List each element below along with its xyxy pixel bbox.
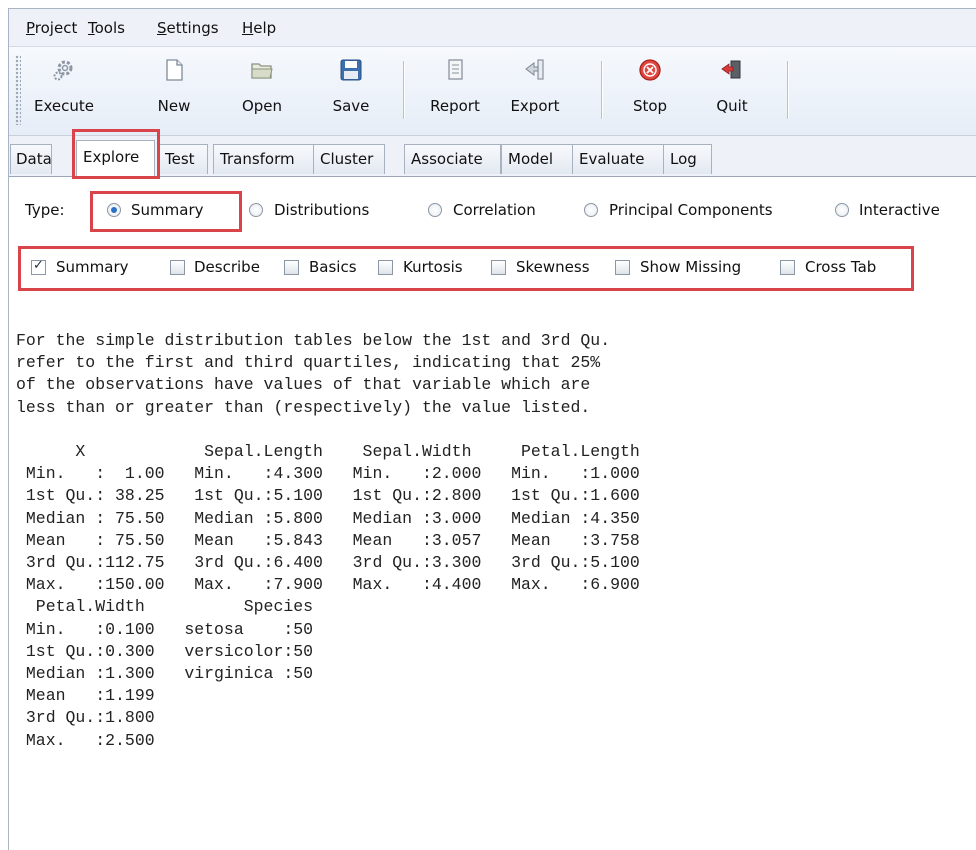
stop-icon xyxy=(639,59,661,81)
quit-door-icon xyxy=(721,60,741,79)
checkbox-basics[interactable] xyxy=(284,260,299,275)
checkbox-show-missing-label[interactable]: Show Missing xyxy=(640,258,741,276)
radio-principal-components-label[interactable]: Principal Components xyxy=(609,201,773,219)
menu-project-rest: roject xyxy=(34,19,78,37)
menu-project[interactable]: Project xyxy=(26,19,77,37)
toolbar-separator xyxy=(787,61,789,119)
stop-label: Stop xyxy=(632,97,668,115)
checkbox-summary-label[interactable]: Summary xyxy=(56,258,129,276)
stop-button[interactable]: Stop xyxy=(623,53,677,129)
checkbox-cross-tab-label[interactable]: Cross Tab xyxy=(805,258,876,276)
menu-settings[interactable]: Settings xyxy=(157,19,219,37)
checkbox-kurtosis-label[interactable]: Kurtosis xyxy=(403,258,463,276)
report-button[interactable]: Report xyxy=(421,53,489,129)
tab-model[interactable]: Model xyxy=(501,144,573,174)
checkbox-kurtosis[interactable] xyxy=(378,260,393,275)
summary-output-text: For the simple distribution tables below… xyxy=(16,331,640,750)
type-row: Type: Summary Distributions Correlation … xyxy=(9,185,976,239)
menu-bar: Project Tools Settings Help xyxy=(9,9,976,47)
radio-interactive-label[interactable]: Interactive xyxy=(859,201,940,219)
new-document-icon xyxy=(166,59,183,81)
menu-tools[interactable]: Tools xyxy=(88,19,125,37)
new-label: New xyxy=(157,97,191,115)
folder-open-icon xyxy=(251,63,273,79)
toolbar-separator xyxy=(403,61,405,119)
gear-icon xyxy=(53,60,73,81)
quit-label: Quit xyxy=(716,97,748,115)
checkbox-skewness-label[interactable]: Skewness xyxy=(516,258,590,276)
checkbox-skewness[interactable] xyxy=(491,260,506,275)
execute-label: Execute xyxy=(34,97,94,115)
tab-log[interactable]: Log xyxy=(663,144,712,174)
menu-help-rest: elp xyxy=(253,19,277,37)
toolbar: Execute New Open Save Report Export Stop… xyxy=(9,47,976,136)
floppy-disk-icon xyxy=(340,59,362,81)
menu-help[interactable]: Help xyxy=(242,19,276,37)
checkbox-describe-label[interactable]: Describe xyxy=(194,258,260,276)
export-button[interactable]: Export xyxy=(499,53,571,129)
tab-strip: Data Explore Test Transform Cluster Asso… xyxy=(9,136,976,177)
toolbar-separator xyxy=(601,61,603,119)
tab-transform[interactable]: Transform xyxy=(213,144,314,174)
toolbar-grip[interactable] xyxy=(15,55,21,125)
tab-evaluate[interactable]: Evaluate xyxy=(572,144,664,174)
save-label: Save xyxy=(332,97,370,115)
checkbox-describe[interactable] xyxy=(170,260,185,275)
type-label: Type: xyxy=(25,201,65,219)
radio-correlation-label[interactable]: Correlation xyxy=(453,201,536,219)
radio-distributions[interactable] xyxy=(249,203,263,217)
export-label: Export xyxy=(510,97,560,115)
report-icon xyxy=(448,59,463,80)
new-button[interactable]: New xyxy=(149,53,199,129)
checkbox-summary[interactable] xyxy=(31,258,46,275)
radio-summary[interactable] xyxy=(107,203,121,217)
radio-summary-label[interactable]: Summary xyxy=(131,201,204,219)
radio-principal-components[interactable] xyxy=(584,203,598,217)
export-icon xyxy=(525,59,544,80)
tab-associate[interactable]: Associate xyxy=(404,144,501,174)
radio-distributions-label[interactable]: Distributions xyxy=(274,201,369,219)
report-label: Report xyxy=(430,97,480,115)
tab-explore[interactable]: Explore xyxy=(76,140,155,176)
tab-data[interactable]: Data xyxy=(10,144,52,174)
tab-test[interactable]: Test xyxy=(158,144,208,174)
checkbox-show-missing[interactable] xyxy=(615,260,630,275)
checkbox-row: Summary Describe Basics Kurtosis Skewnes… xyxy=(9,244,976,290)
open-button[interactable]: Open xyxy=(235,53,289,129)
tab-cluster[interactable]: Cluster xyxy=(313,144,385,174)
menu-tools-rest: ools xyxy=(94,19,125,37)
radio-interactive[interactable] xyxy=(835,203,849,217)
checkbox-basics-label[interactable]: Basics xyxy=(309,258,357,276)
radio-correlation[interactable] xyxy=(428,203,442,217)
quit-button[interactable]: Quit xyxy=(707,53,757,129)
execute-button[interactable]: Execute xyxy=(29,53,99,129)
save-button[interactable]: Save xyxy=(327,53,375,129)
open-label: Open xyxy=(241,97,283,115)
menu-settings-rest: ettings xyxy=(166,19,219,37)
checkbox-cross-tab[interactable] xyxy=(780,260,795,275)
